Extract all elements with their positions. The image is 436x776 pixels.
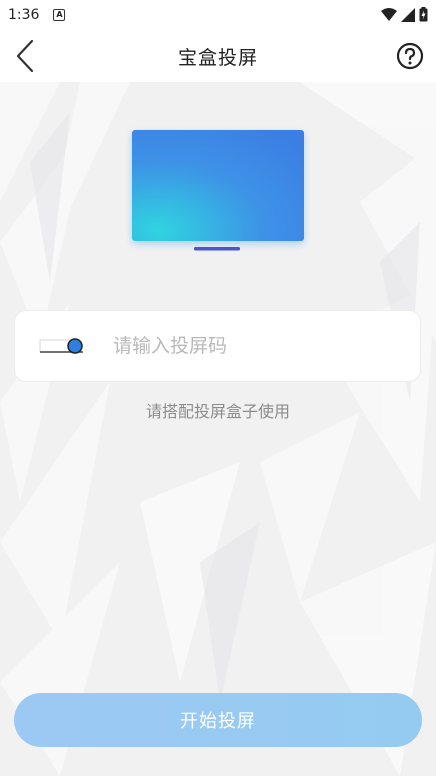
back-button[interactable] xyxy=(10,38,40,74)
start-projection-button[interactable]: 开始投屏 xyxy=(14,693,422,747)
status-icons xyxy=(381,7,428,22)
signal-icon xyxy=(401,7,415,22)
tv-screen-illustration xyxy=(132,130,304,251)
help-button[interactable] xyxy=(396,42,424,70)
key-icon xyxy=(39,338,83,354)
projection-code-input[interactable] xyxy=(113,335,393,357)
page-title: 宝盒投屏 xyxy=(177,46,258,69)
chevron-left-icon xyxy=(16,39,34,73)
projection-code-card xyxy=(14,310,421,382)
question-circle-icon xyxy=(396,42,424,70)
a-badge-icon: A xyxy=(53,9,66,21)
status-time: 1:36 xyxy=(8,7,40,23)
header-bar: 宝盒投屏 xyxy=(0,30,436,82)
status-bar: 1:36 A xyxy=(0,0,436,30)
hint-text: 请搭配投屏盒子使用 xyxy=(145,402,290,421)
battery-icon xyxy=(419,7,428,22)
screen: 1:36 A 宝盒投屏 请输入投屏码 请搭配投屏盒子使用 开始投屏 xyxy=(0,0,436,776)
wifi-icon xyxy=(381,7,397,21)
